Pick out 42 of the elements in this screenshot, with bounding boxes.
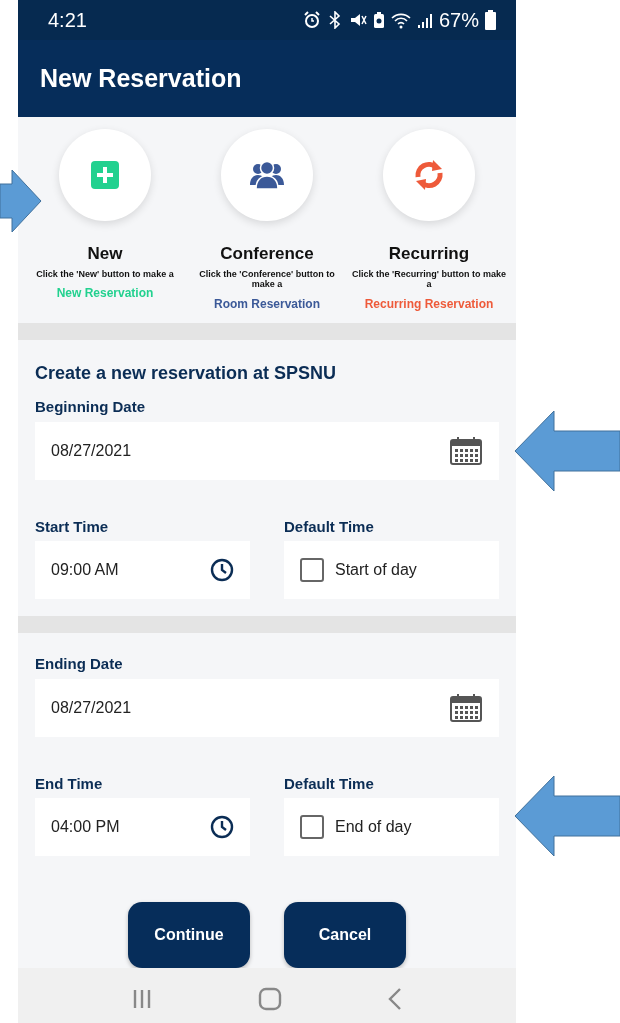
field-label: Start Time xyxy=(35,516,110,537)
checkbox[interactable] xyxy=(300,558,324,582)
alarm-icon xyxy=(302,11,321,29)
date-field[interactable]: 08/27/2021 xyxy=(35,421,499,480)
checkbox-label: End of day xyxy=(335,817,412,837)
screen-title: New Reservation xyxy=(18,40,516,117)
wifi-icon xyxy=(390,11,411,29)
signal-icon xyxy=(416,11,433,29)
field-label: Ending Date xyxy=(35,654,124,674)
field-label: Default Time xyxy=(284,516,375,537)
clock-icon[interactable] xyxy=(210,558,234,582)
back-icon[interactable] xyxy=(387,986,404,1011)
option-description: Click the 'Conference' button to make a xyxy=(198,268,336,291)
cancel-button[interactable]: Cancel xyxy=(284,902,406,968)
home-icon[interactable] xyxy=(258,986,282,1011)
checkbox[interactable] xyxy=(300,815,324,839)
battery-percent: 67% xyxy=(438,8,479,33)
field-label: End Time xyxy=(35,773,104,794)
time-field[interactable]: 04:00 PM xyxy=(35,798,250,856)
battery-icon xyxy=(485,10,496,30)
saver-icon xyxy=(372,11,385,29)
option-button[interactable] xyxy=(221,129,313,221)
clock-icon[interactable] xyxy=(210,815,234,839)
field-label: Beginning Date xyxy=(35,397,146,417)
option-description: Click the 'Recurring' button to make a xyxy=(351,268,507,291)
clock-time: 4:21 xyxy=(48,8,87,33)
field-label: Default Time xyxy=(284,773,375,794)
option-title: Conference xyxy=(220,243,314,265)
calendar-icon[interactable] xyxy=(449,692,483,723)
calendar-icon[interactable] xyxy=(449,435,483,466)
option-title: Recurring xyxy=(388,243,470,265)
mute-icon xyxy=(348,11,367,29)
checkbox-label: Start of day xyxy=(335,560,417,580)
pointer-arrow xyxy=(0,170,42,232)
option-description: Click the 'New' button to make a xyxy=(36,268,174,280)
option-title: New xyxy=(87,243,123,265)
option-button[interactable] xyxy=(383,129,475,221)
continue-button[interactable]: Continue xyxy=(128,902,250,968)
time-field[interactable]: 09:00 AM xyxy=(35,541,250,599)
option-link[interactable]: Room Reservation xyxy=(214,295,320,314)
form-heading: Create a new reservation at SPSNU xyxy=(35,362,338,385)
date-field[interactable]: 08/27/2021 xyxy=(35,678,499,737)
